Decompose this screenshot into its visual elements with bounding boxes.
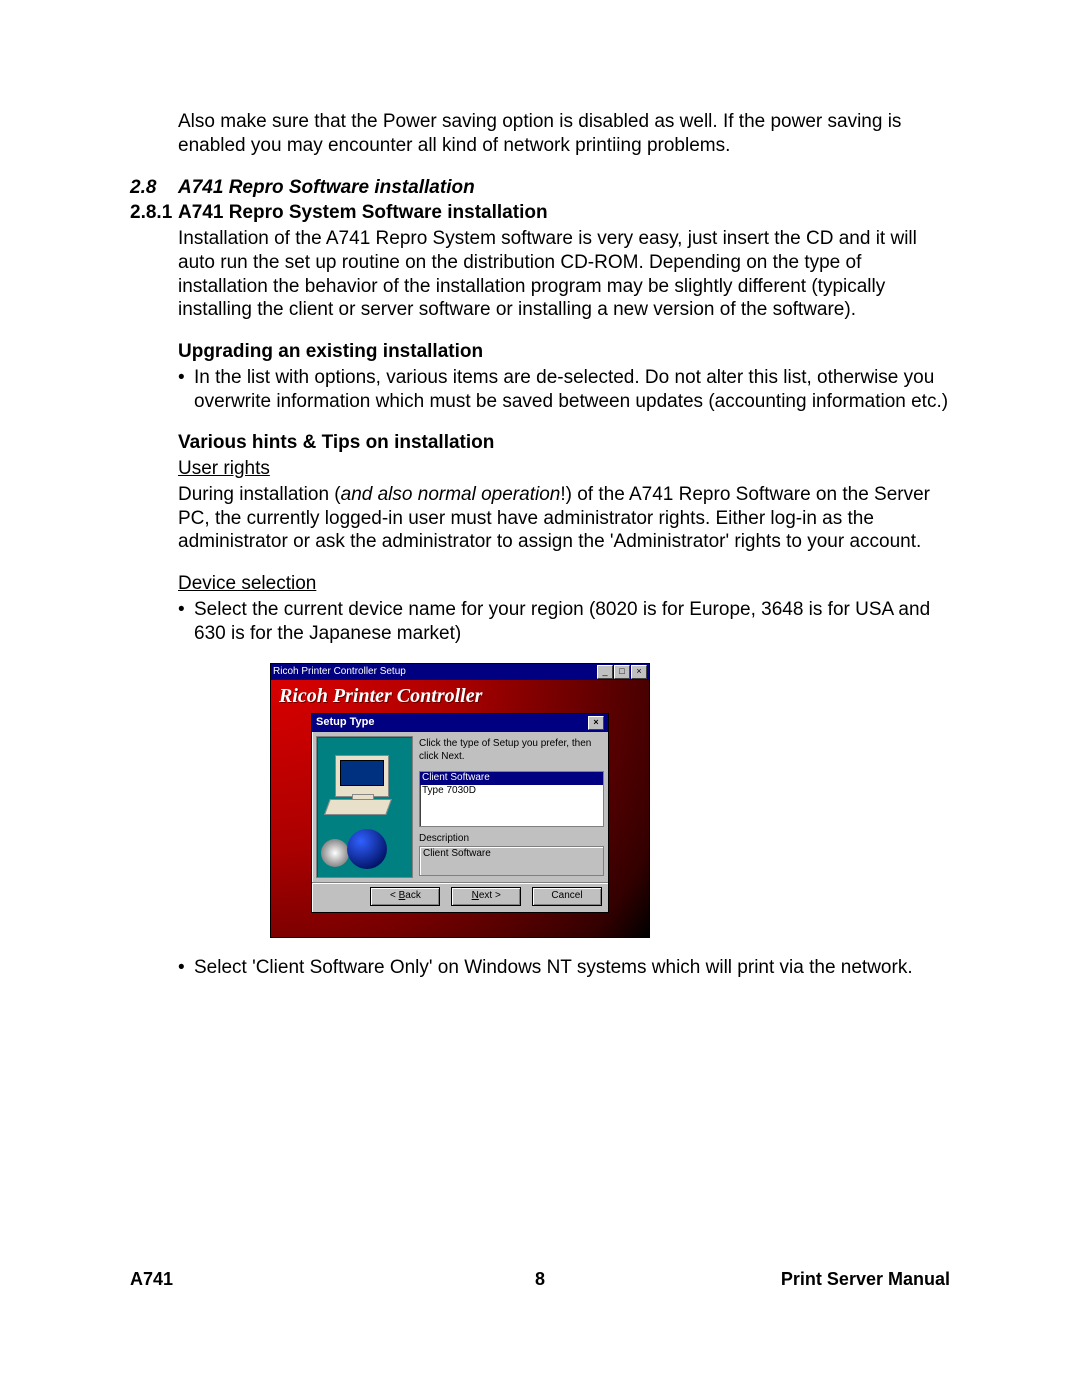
device-bullet: • Select the current device name for you… [178,598,950,646]
upgrade-heading: Upgrading an existing installation [178,340,950,364]
list-item[interactable]: Type 7030D [420,785,603,798]
dialog-graphic [316,736,413,878]
minimize-button[interactable]: _ [597,665,613,679]
subsection-title: A741 Repro System Software installation [178,201,548,225]
keyboard-icon [324,799,392,815]
dialog-buttons: < BBackack Next >Next > Cancel [312,882,608,912]
device-selection-label: Device selection [178,572,950,596]
dialog-titlebar: Setup Type × [312,714,608,732]
description-box: Client Software [419,846,604,876]
upgrade-bullet: • In the list with options, various item… [178,366,950,414]
monitor-icon [335,755,389,797]
subsection-number: 2.8.1 [130,201,178,225]
setup-type-listbox[interactable]: Client Software Type 7030D [419,771,604,827]
section-title: A741 Repro Software installation [178,176,475,200]
install-paragraph: Installation of the A741 Repro System so… [178,227,950,322]
bullet-icon: • [178,956,194,980]
disc-icon [321,839,349,867]
cancel-button[interactable]: Cancel [532,887,602,906]
section-heading: 2.8 A741 Repro Software installation [130,176,950,200]
dialog-title: Setup Type [316,716,374,730]
close-button[interactable]: × [631,665,647,679]
hints-heading: Various hints & Tips on installation [178,431,950,455]
upgrade-bullet-text: In the list with options, various items … [194,366,950,414]
user-rights-pre: During installation ( [178,484,341,505]
footer-left: A741 [130,1268,401,1291]
user-rights-paragraph: During installation (and also normal ope… [178,483,950,554]
instruction-text: Click the type of Setup you prefer, then… [419,738,604,763]
post-screenshot-bullet: • Select 'Client Software Only' on Windo… [178,956,950,980]
back-button[interactable]: < BBackack [370,887,440,906]
user-rights-label: User rights [178,457,950,481]
list-item-selected[interactable]: Client Software [420,772,603,785]
next-button[interactable]: Next >Next > [451,887,521,906]
footer-page-number: 8 [401,1268,680,1291]
globe-icon [347,829,387,869]
outer-title: Ricoh Printer Controller Setup [273,666,406,679]
app-title: Ricoh Printer Controller [271,680,649,711]
bullet-icon: • [178,598,194,646]
installer-screenshot: Ricoh Printer Controller Setup _ □ × Ric… [270,663,650,938]
bullet-icon: • [178,366,194,414]
outer-window: Ricoh Printer Controller Setup _ □ × Ric… [270,663,650,938]
post-screenshot-bullet-text: Select 'Client Software Only' on Windows… [194,956,950,980]
page: Also make sure that the Power saving opt… [0,0,1080,1330]
user-rights-italic: and also normal operation [341,484,561,505]
page-footer: A741 8 Print Server Manual [130,1268,950,1291]
device-bullet-text: Select the current device name for your … [194,598,950,646]
subsection-heading: 2.8.1 A741 Repro System Software install… [130,201,950,225]
outer-titlebar: Ricoh Printer Controller Setup _ □ × [271,664,649,680]
dialog-close-button[interactable]: × [588,716,604,730]
intro-paragraph: Also make sure that the Power saving opt… [178,110,950,158]
description-label: Description [419,833,604,846]
footer-right: Print Server Manual [679,1268,950,1291]
dialog-body: Click the type of Setup you prefer, then… [312,732,608,882]
section-number: 2.8 [130,176,178,200]
setup-type-dialog: Setup Type × Click the type of Setup you… [311,713,609,913]
dialog-right: Click the type of Setup you prefer, then… [419,736,604,878]
maximize-button[interactable]: □ [614,665,630,679]
